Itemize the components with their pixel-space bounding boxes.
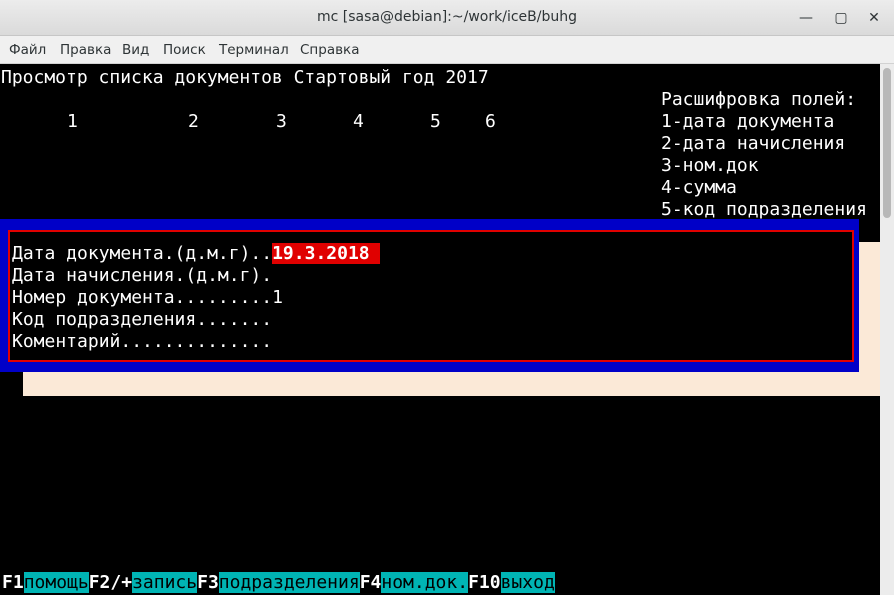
fkey-f4-label[interactable]: ном.док. xyxy=(381,572,469,593)
field-label: Код подразделения....... xyxy=(12,309,273,330)
fkey-f10-label[interactable]: выход xyxy=(500,572,555,593)
close-icon[interactable]: ✕ xyxy=(864,8,884,28)
field-label: Дата начисления.(д.м.г). xyxy=(12,265,273,286)
maximize-icon[interactable]: ▢ xyxy=(831,8,851,28)
column-number: 6 xyxy=(485,111,496,132)
column-number: 5 xyxy=(430,111,441,132)
legend-item: 3-ном.док xyxy=(661,155,759,176)
column-number: 2 xyxy=(188,111,199,132)
field-accrual-date[interactable]: Дата начисления.(д.м.г). xyxy=(12,265,272,287)
window-title: mc [sasa@debian]:~/work/iceB/buhg xyxy=(317,9,577,25)
scrollbar-thumb[interactable] xyxy=(883,68,891,218)
fkey-f10[interactable]: F10 xyxy=(468,572,501,593)
field-value-input[interactable]: 19.3.2018 xyxy=(272,243,380,264)
field-document-date[interactable]: Дата документа.(д.м.г)..19.3.2018 xyxy=(12,243,380,265)
field-document-number[interactable]: Номер документа.........1 xyxy=(12,287,283,309)
field-comment[interactable]: Коментарий.............. xyxy=(12,331,272,353)
fkey-f4[interactable]: F4 xyxy=(360,572,382,593)
fkey-f1[interactable]: F1 xyxy=(2,572,24,593)
field-label: Номер документа......... xyxy=(12,287,273,308)
window-titlebar: mc [sasa@debian]:~/work/iceB/buhg — ▢ ✕ xyxy=(0,0,894,36)
menu-search[interactable]: Поиск xyxy=(163,42,206,58)
fkey-f3[interactable]: F3 xyxy=(197,572,219,593)
legend-item: 4-сумма xyxy=(661,177,737,198)
menu-edit[interactable]: Правка xyxy=(60,42,111,58)
menu-help[interactable]: Справка xyxy=(300,42,359,58)
field-label: Дата документа.(д.м.г).. xyxy=(12,243,273,264)
legend-item: 5-код подразделения xyxy=(661,199,867,220)
function-key-bar: F1помощьF2/+записьF3подразделенияF4ном.д… xyxy=(2,572,555,595)
column-number: 3 xyxy=(276,111,287,132)
fkey-f2[interactable]: F2/+ xyxy=(89,572,132,593)
fkey-f1-label[interactable]: помощь xyxy=(23,572,89,593)
fkey-f3-label[interactable]: подразделения xyxy=(218,572,360,593)
menu-file[interactable]: Файл xyxy=(9,42,46,58)
screen-header: Просмотр списка документов Стартовый год… xyxy=(1,67,489,88)
field-department-code[interactable]: Код подразделения....... xyxy=(12,309,272,331)
column-number: 4 xyxy=(353,111,364,132)
field-value-input[interactable]: 1 xyxy=(272,287,283,308)
menu-bar: Файл Правка Вид Поиск Терминал Справка xyxy=(0,36,894,64)
legend-item: 2-дата начисления xyxy=(661,133,846,154)
legend-item: 1-дата документа xyxy=(661,111,835,132)
menu-terminal[interactable]: Терминал xyxy=(219,42,289,58)
minimize-icon[interactable]: — xyxy=(796,8,816,28)
column-number: 1 xyxy=(67,111,78,132)
fkey-f2-label[interactable]: запись xyxy=(132,572,198,593)
legend-title: Расшифровка полей: xyxy=(661,89,857,110)
menu-view[interactable]: Вид xyxy=(122,42,149,58)
field-label: Коментарий.............. xyxy=(12,331,273,352)
